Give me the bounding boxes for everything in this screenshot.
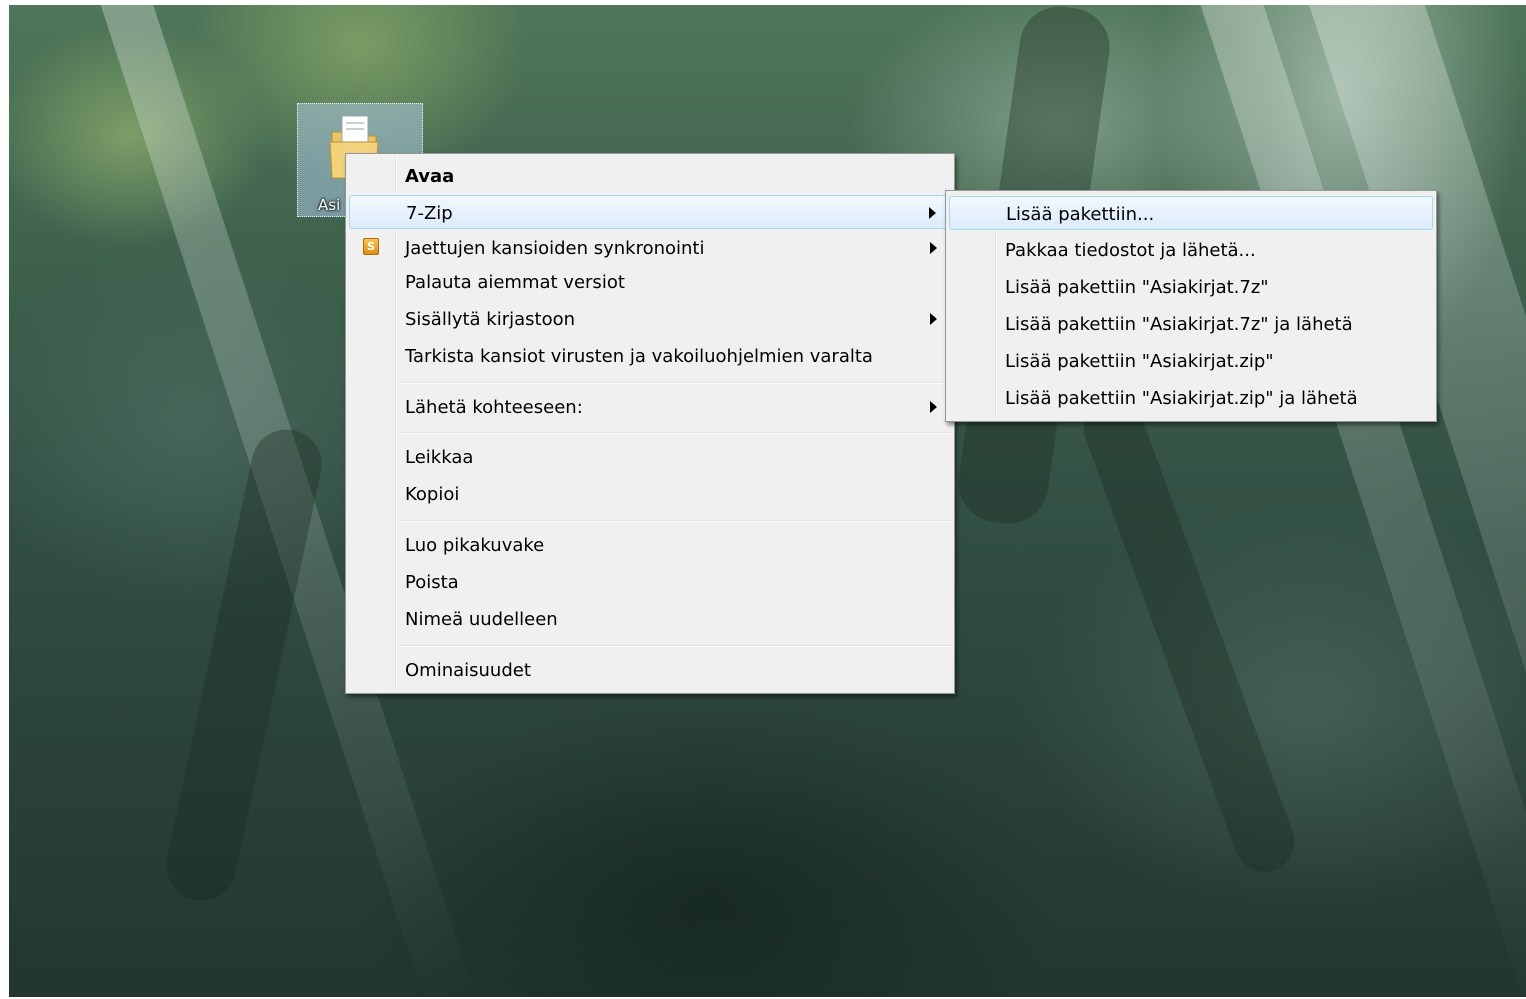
submenu-arrow-icon xyxy=(930,313,937,325)
menu-item-delete[interactable]: Poista xyxy=(349,565,951,599)
context-menu: Avaa 7-Zip S Jaettujen kansioiden synkro… xyxy=(345,153,955,694)
submenu-arrow-icon xyxy=(929,207,936,219)
menu-separator xyxy=(398,382,951,384)
submenu-arrow-icon xyxy=(930,242,937,254)
menu-separator xyxy=(398,432,951,434)
menu-separator xyxy=(398,520,951,522)
submenu-item-add-to-7z[interactable]: Lisää pakettiin "Asiakirjat.7z" xyxy=(949,270,1433,304)
menu-separator xyxy=(398,645,951,647)
menu-item-create-shortcut[interactable]: Luo pikakuvake xyxy=(349,528,951,562)
menu-item-send-to[interactable]: Lähetä kohteeseen: xyxy=(349,390,951,424)
submenu-item-add-to-7z-and-email[interactable]: Lisää pakettiin "Asiakirjat.7z" ja lähet… xyxy=(949,307,1433,341)
menu-item-rename[interactable]: Nimeä uudelleen xyxy=(349,602,951,636)
submenu-item-add-to-zip[interactable]: Lisää pakettiin "Asiakirjat.zip" xyxy=(949,344,1433,378)
menu-item-copy[interactable]: Kopioi xyxy=(349,477,951,511)
tree-trunk xyxy=(1075,389,1303,881)
tree-trunk xyxy=(159,422,329,908)
menu-item-7zip[interactable]: 7-Zip xyxy=(349,195,951,229)
sync-icon: S xyxy=(363,238,379,255)
menu-item-sync-shared-folders[interactable]: S Jaettujen kansioiden synkronointi xyxy=(349,231,951,265)
menu-item-properties[interactable]: Ominaisuudet xyxy=(349,653,951,687)
menu-item-restore-previous-versions[interactable]: Palauta aiemmat versiot xyxy=(349,265,951,299)
menu-item-open[interactable]: Avaa xyxy=(349,159,951,193)
submenu-item-add-to-archive[interactable]: Lisää pakettiin... xyxy=(949,196,1433,230)
menu-item-cut[interactable]: Leikkaa xyxy=(349,440,951,474)
desktop-icon-label: Asi xyxy=(318,196,341,214)
submenu-arrow-icon xyxy=(930,401,937,413)
submenu-item-compress-and-email[interactable]: Pakkaa tiedostot ja lähetä... xyxy=(949,233,1433,267)
menu-item-include-in-library[interactable]: Sisällytä kirjastoon xyxy=(349,302,951,336)
menu-item-scan-viruses[interactable]: Tarkista kansiot virusten ja vakoiluohje… xyxy=(349,339,951,373)
submenu-item-add-to-zip-and-email[interactable]: Lisää pakettiin "Asiakirjat.zip" ja lähe… xyxy=(949,381,1433,415)
7zip-submenu: Lisää pakettiin... Pakkaa tiedostot ja l… xyxy=(945,190,1437,422)
